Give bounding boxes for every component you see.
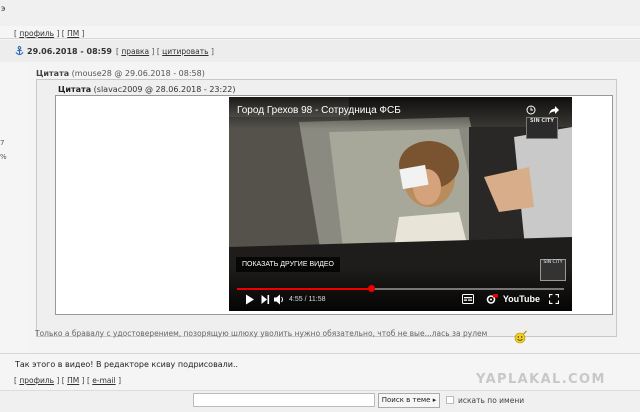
settings-icon[interactable] [485,294,498,305]
post-text: Так этого в видео! В редакторе ксиву под… [15,360,239,369]
youtube-embed[interactable]: Город Грехов 98 - Сотрудница ФСБ SIN CIT… [229,97,572,311]
separator [0,353,640,354]
next-icon[interactable] [261,294,270,305]
side-number: % [0,153,7,161]
separator [0,38,640,39]
post-links-top: [ профиль ] [ ПМ ] [14,29,85,38]
progress-bar[interactable] [237,285,564,292]
email-link[interactable]: e-mail [92,376,115,385]
time-display: 4:55 / 11:58 [289,296,326,303]
quote-link[interactable]: цитировать [162,47,208,56]
top-strip [0,0,640,26]
progress-fill [237,288,372,290]
search-by-name-checkbox[interactable] [446,396,454,404]
profile-link[interactable]: профиль [19,29,54,38]
play-icon[interactable] [245,294,255,305]
site-logo: YAPLAKAL.COM [476,372,606,387]
share-icon[interactable] [548,105,560,116]
nested-quote-title: Цитата (slavac2009 @ 28.06.2018 - 23:22) [58,85,236,94]
anchor-icon[interactable] [15,46,24,56]
smiley-icon [514,330,527,344]
quote-title: Цитата (mouse28 @ 29.06.2018 - 08:58) [36,69,205,78]
post-actions: [ правка ] [ цитировать ] [116,47,214,56]
search-in-topic-button[interactable]: Поиск в теме ▸ [378,393,440,408]
search-by-name-label: искать по имени [458,396,525,405]
youtube-logo[interactable]: YouTube [503,294,540,304]
fullscreen-icon[interactable] [549,294,559,304]
side-number: 7 [0,139,5,147]
video-frame[interactable] [229,97,572,311]
volume-icon[interactable] [274,294,285,305]
subtitles-icon[interactable] [462,294,474,304]
post-links-bottom: [ профиль ] [ ПМ ] [ e-mail ] [14,376,121,385]
progress-knob[interactable] [367,285,375,292]
post-date: 29.06.2018 - 08:59 [27,47,112,56]
quoted-reply-text: Только а бравалу с удостоверением, позор… [35,329,488,338]
truncated-text: э [1,4,6,13]
profile-link[interactable]: профиль [19,376,54,385]
pm-link[interactable]: ПМ [67,376,79,385]
edit-link[interactable]: правка [121,47,149,56]
pm-link[interactable]: ПМ [67,29,79,38]
watch-later-icon[interactable] [526,105,536,115]
channel-watermark: SIN CITY [540,259,566,281]
more-videos-button[interactable]: ПОКАЗАТЬ ДРУГИЕ ВИДЕО [236,257,341,272]
channel-badge: SIN CITY [526,117,558,139]
video-title[interactable]: Город Грехов 98 - Сотрудница ФСБ [237,105,401,116]
search-input[interactable] [193,393,375,407]
